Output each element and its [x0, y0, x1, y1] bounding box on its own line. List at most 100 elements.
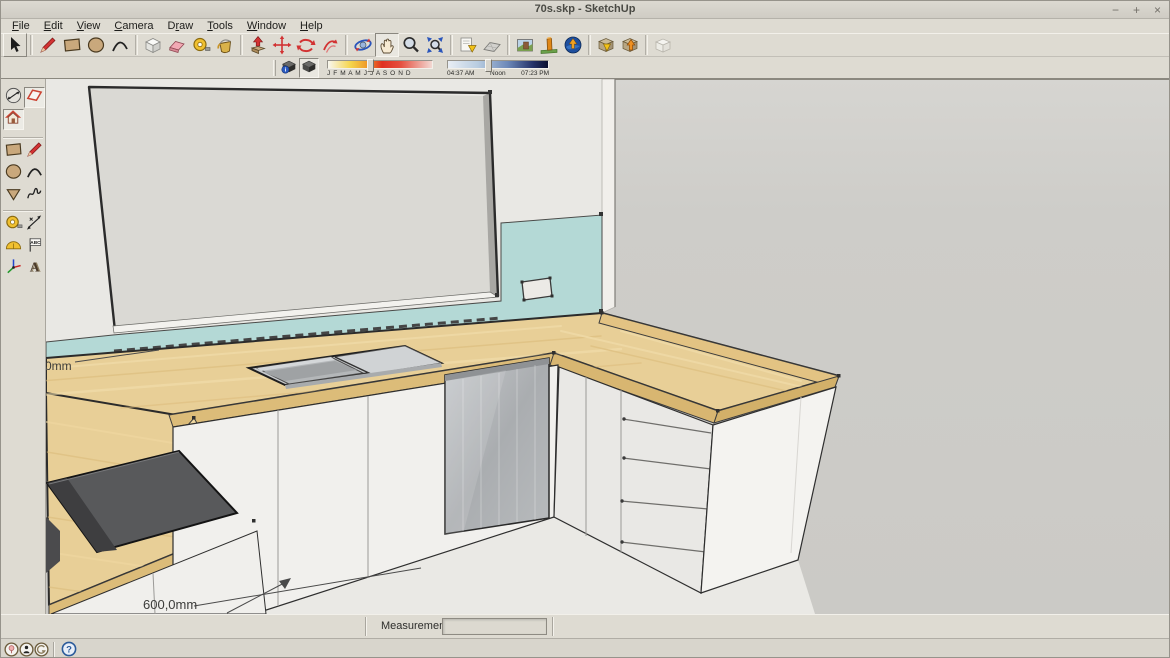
palette-arc-button[interactable]: [24, 163, 45, 184]
toolbar-separator: [450, 35, 453, 55]
shadow-cube-icon: [300, 57, 318, 80]
tape-measure-icon: [4, 213, 23, 237]
maximize-button[interactable]: +: [1133, 2, 1140, 18]
credit-attribution-icon[interactable]: [19, 642, 34, 658]
shadow-settings-button[interactable]: i: [279, 58, 299, 78]
palette-tape-measure-button[interactable]: [3, 214, 24, 235]
make-component-button[interactable]: [141, 33, 165, 57]
menu-tools[interactable]: Tools: [200, 19, 240, 33]
shadows-toolbar: i J F M A M J J A S O N D 04:37 AM Noon …: [1, 58, 1169, 79]
move-tool-button[interactable]: [270, 33, 294, 57]
tape-measure-button[interactable]: [189, 33, 213, 57]
menu-view[interactable]: View: [70, 19, 108, 33]
geolocation-status-icon[interactable]: [4, 642, 19, 658]
time-slider-thumb[interactable]: [485, 59, 492, 72]
toolbar-separator: [588, 35, 591, 55]
menu-file[interactable]: File: [5, 19, 37, 33]
menu-camera[interactable]: Camera: [107, 19, 160, 33]
sign-in-icon[interactable]: [34, 642, 49, 658]
palette-3d-text-button[interactable]: AA: [24, 258, 45, 279]
rotate-tool-button[interactable]: [294, 33, 318, 57]
toolbar-separator: [645, 35, 648, 55]
model-scene: 0mm 600,0mm: [46, 79, 1170, 614]
orbit-tool-button[interactable]: [351, 33, 375, 57]
push-pull-button[interactable]: [246, 33, 270, 57]
rectangle-tool-button[interactable]: [60, 33, 84, 57]
menu-help[interactable]: Help: [293, 19, 330, 33]
circle-tool-button[interactable]: [84, 33, 108, 57]
palette-line-button[interactable]: [24, 141, 45, 162]
toolbar-grip[interactable]: [273, 60, 276, 76]
zoom-tool-button[interactable]: [399, 33, 423, 57]
add-location-button[interactable]: [456, 33, 480, 57]
circle-icon: [4, 162, 23, 186]
close-button[interactable]: ×: [1154, 2, 1161, 18]
shadow-date-slider[interactable]: J F M A M J J A S O N D: [327, 60, 433, 77]
display-section-planes-button[interactable]: [24, 87, 45, 108]
axes-icon: [4, 257, 23, 281]
palette-circle-button[interactable]: [3, 163, 24, 184]
toggle-shadows-button[interactable]: [299, 58, 319, 78]
menu-edit[interactable]: Edit: [37, 19, 70, 33]
menu-draw[interactable]: Draw: [161, 19, 201, 33]
paint-bucket-button[interactable]: [213, 33, 237, 57]
eraser-tool-button[interactable]: [165, 33, 189, 57]
time-slider-groove[interactable]: [447, 60, 549, 69]
arc-tool-button[interactable]: [108, 33, 132, 57]
arc-icon: [25, 162, 44, 186]
get-models-button[interactable]: [594, 33, 618, 57]
tape-measure-icon: [191, 35, 211, 55]
minimize-button[interactable]: −: [1112, 2, 1119, 18]
section-plane-frame-icon: [25, 86, 44, 110]
title-bar[interactable]: 70s.skp - SketchUp − + ×: [1, 1, 1169, 19]
measurement-input[interactable]: [442, 618, 547, 635]
pencil-icon: [25, 140, 44, 164]
component-box-icon: [143, 35, 163, 55]
time-end-label: 07:23 PM: [521, 70, 549, 77]
section-plane-icon: [4, 86, 23, 110]
pencil-icon: [38, 35, 58, 55]
share-component-button[interactable]: [651, 33, 675, 57]
palette-rectangle-button[interactable]: [3, 141, 24, 162]
google-earth-button[interactable]: [561, 33, 585, 57]
status-bar: Measurement: [1, 614, 1169, 638]
pale-crate-icon: [653, 35, 673, 55]
palette-axes-button[interactable]: [3, 258, 24, 279]
viewport-canvas[interactable]: 0mm 600,0mm: [46, 79, 1170, 614]
3d-text-icon: AA: [25, 257, 44, 281]
date-slider-thumb[interactable]: [367, 59, 374, 72]
line-tool-button[interactable]: [36, 33, 60, 57]
crate-upload-icon: [620, 35, 640, 55]
palette-freehand-button[interactable]: [24, 185, 45, 206]
sketchup-window: 70s.skp - SketchUp − + × File Edit View …: [0, 0, 1170, 658]
offset-tool-button[interactable]: [318, 33, 342, 57]
menu-window[interactable]: Window: [240, 19, 293, 33]
toolbar-separator: [30, 35, 33, 55]
rotate-arrows-icon: [296, 35, 316, 55]
display-section-cuts-button[interactable]: [3, 109, 24, 130]
palette-polygon-button[interactable]: [3, 185, 24, 206]
statusbar-separator: [552, 617, 554, 636]
section-plane-tool-button[interactable]: [3, 87, 24, 108]
select-tool-button[interactable]: [3, 33, 27, 57]
freehand-icon: [25, 184, 44, 208]
svg-text:0mm: 0mm: [46, 359, 72, 373]
palette-text-button[interactable]: ABC: [24, 236, 45, 257]
zoom-extents-button[interactable]: [423, 33, 447, 57]
photo-textures-button[interactable]: [513, 33, 537, 57]
eraser-icon: [167, 35, 187, 55]
toolbar-separator: [240, 35, 243, 55]
shadow-time-slider[interactable]: 04:37 AM Noon 07:23 PM: [447, 60, 549, 77]
rectangle-icon: [62, 35, 82, 55]
magnifier-icon: [401, 35, 421, 55]
help-icon[interactable]: ?: [61, 641, 77, 658]
toggle-terrain-button[interactable]: [480, 33, 504, 57]
date-slider-groove[interactable]: [327, 60, 433, 69]
svg-text:?: ?: [66, 644, 72, 655]
palette-dimension-button[interactable]: [24, 214, 45, 235]
crate-download-icon: [596, 35, 616, 55]
pan-tool-button[interactable]: [375, 33, 399, 57]
add-building-button[interactable]: [537, 33, 561, 57]
share-model-button[interactable]: [618, 33, 642, 57]
palette-protractor-button[interactable]: [3, 236, 24, 257]
